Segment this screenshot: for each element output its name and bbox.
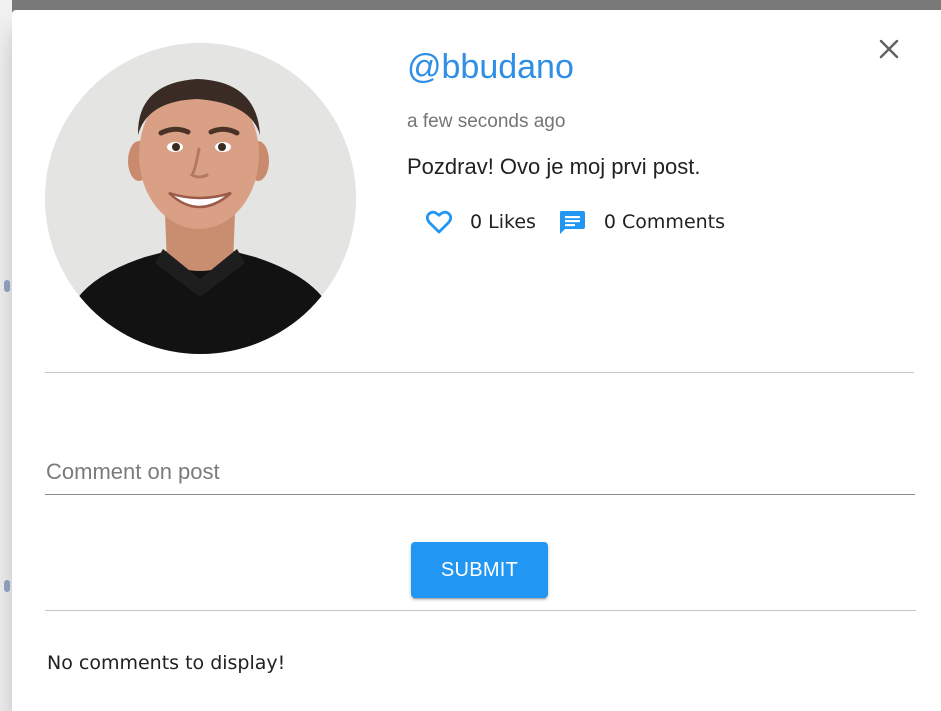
backdrop-avatar-fragment — [4, 580, 10, 592]
post-dialog: @bbudano a few seconds ago Pozdrav! Ovo … — [12, 10, 941, 711]
likes-count: 0 Likes — [470, 211, 536, 233]
divider — [45, 372, 914, 373]
backdrop-page — [0, 0, 12, 711]
backdrop-avatar-fragment — [4, 280, 10, 292]
comment-input[interactable] — [45, 450, 915, 495]
comments-button[interactable] — [558, 209, 586, 235]
post-text: Pozdrav! Ovo je moj prvi post. — [407, 154, 701, 179]
username-link[interactable]: @bbudano — [407, 48, 574, 87]
comment-field — [45, 450, 915, 496]
submit-button[interactable]: SUBMIT — [411, 542, 548, 598]
post-stats: 0 Likes 0 Comments — [426, 207, 725, 237]
close-button[interactable] — [874, 34, 904, 64]
avatar — [45, 43, 356, 354]
close-icon — [879, 39, 899, 59]
heart-outline-icon — [426, 210, 452, 234]
comments-count: 0 Comments — [603, 211, 726, 233]
no-comments-message: No comments to display! — [47, 652, 286, 674]
divider — [45, 610, 916, 611]
post-timestamp: a few seconds ago — [407, 111, 566, 132]
user-avatar-photo — [45, 43, 356, 354]
comment-icon — [559, 211, 585, 234]
like-button[interactable] — [426, 210, 452, 234]
